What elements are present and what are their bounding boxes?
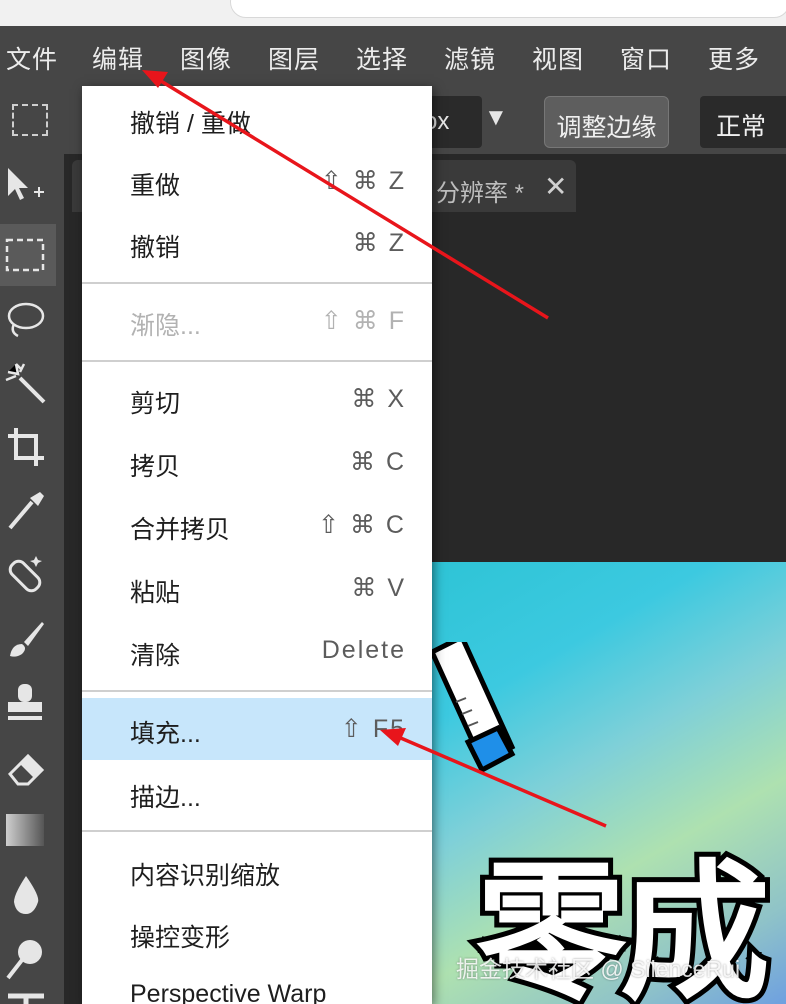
brush-tool[interactable]: [0, 610, 56, 672]
blend-mode-select[interactable]: 正常: [700, 96, 786, 148]
menu-item-shortcut: ⌘ C: [350, 448, 406, 476]
menu-item-label: 撤销 / 重做: [130, 110, 251, 138]
eraser-tool[interactable]: [0, 738, 56, 800]
browser-chrome-strip: [0, 0, 786, 26]
menu-item-label: 渐隐...: [130, 312, 201, 340]
marquee-option-icon[interactable]: [12, 104, 48, 136]
menu-filter[interactable]: 滤镜: [444, 40, 496, 76]
magic-wand-tool[interactable]: [0, 354, 56, 416]
pencil-icon: [432, 642, 516, 772]
eraser-icon: [7, 753, 45, 786]
menu-item-shortcut: ⇧ ⌘ F: [320, 307, 406, 335]
menu-item-shortcut: Delete: [321, 636, 406, 664]
blur-tool[interactable]: [0, 866, 56, 928]
menu-item-label: 填充...: [130, 720, 201, 748]
menu-item-label: 拷贝: [130, 453, 181, 481]
menu-item-shortcut: ⌘ Z: [352, 229, 406, 257]
refine-edge-button[interactable]: 调整边缘: [544, 96, 669, 148]
menu-view[interactable]: 视图: [532, 40, 584, 76]
menu-item-label: Perspective Warp: [130, 980, 327, 1004]
brush-icon: [10, 622, 44, 657]
menu-item-content-aware-scale[interactable]: 内容识别缩放: [82, 840, 432, 902]
bandage-icon: [8, 556, 42, 593]
healing-tool[interactable]: [0, 546, 56, 608]
crop-tool[interactable]: [0, 418, 56, 480]
menu-item-cut[interactable]: 剪切 ⌘ X: [82, 368, 432, 430]
menu-item-stroke[interactable]: 描边...: [82, 762, 432, 824]
menu-item-fade[interactable]: 渐隐... ⇧ ⌘ F: [82, 290, 432, 352]
menu-item-undo-redo[interactable]: 撤销 / 重做: [82, 88, 432, 150]
menu-separator: [82, 282, 432, 284]
menu-item-label: 描边...: [130, 784, 201, 812]
menu-item-clear[interactable]: 清除 Delete: [82, 620, 432, 682]
magic-wand-icon: [5, 363, 46, 404]
water-drop-icon: [14, 876, 39, 914]
menu-item-copy-merged[interactable]: 合并拷贝 ⇧ ⌘ C: [82, 494, 432, 556]
menu-item-puppet-warp[interactable]: 操控变形: [82, 902, 432, 964]
lasso-tool[interactable]: [0, 290, 56, 352]
menu-item-label: 合并拷贝: [130, 516, 231, 544]
rect-marquee-icon: [5, 238, 45, 272]
tool-sidebar: [0, 154, 64, 1004]
type-icon: [8, 993, 44, 1004]
menu-item-paste[interactable]: 粘贴 ⌘ V: [82, 557, 432, 619]
document-tab-title: 分辨率 *: [436, 180, 525, 207]
canvas-image[interactable]: 零成: [432, 562, 786, 1004]
move-arrow-icon: [8, 168, 44, 200]
menu-item-label: 操控变形: [130, 924, 231, 952]
menu-item-shortcut: ⌘ X: [351, 385, 406, 413]
menu-item-perspective-warp[interactable]: Perspective Warp: [82, 964, 432, 1004]
menu-separator: [82, 360, 432, 362]
edit-menu-dropdown: 撤销 / 重做 重做 ⇧ ⌘ Z 撤销 ⌘ Z 渐隐... ⇧ ⌘ F 剪切 ⌘…: [82, 86, 432, 1004]
dropdown-triangle-icon[interactable]: ▼: [484, 104, 508, 132]
menu-item-copy[interactable]: 拷贝 ⌘ C: [82, 431, 432, 493]
menu-item-shortcut: ⇧ ⌘ Z: [320, 167, 406, 195]
stamp-tool[interactable]: [0, 674, 56, 736]
menu-separator: [82, 830, 432, 832]
menu-item-label: 粘贴: [130, 579, 181, 607]
menu-select[interactable]: 选择: [356, 40, 408, 76]
dodge-icon: [6, 940, 42, 980]
menu-item-label: 清除: [130, 642, 181, 670]
menu-window[interactable]: 窗口: [620, 40, 672, 76]
menu-item-shortcut: ⌘ V: [351, 574, 406, 602]
menu-file[interactable]: 文件: [6, 40, 58, 76]
lasso-icon: [7, 302, 45, 338]
menu-separator: [82, 690, 432, 692]
marquee-tool[interactable]: [0, 224, 56, 286]
watermark: 掘金技术社区 @ SilenceRui: [456, 956, 741, 982]
stamp-icon: [8, 684, 42, 720]
menu-item-fill[interactable]: 填充... ⇧ F5: [82, 698, 432, 760]
menu-edit[interactable]: 编辑: [92, 40, 144, 76]
menu-image[interactable]: 图像: [180, 40, 232, 76]
menu-item-label: 重做: [130, 172, 181, 200]
menu-item-shortcut: ⇧ ⌘ C: [318, 511, 406, 539]
menu-layer[interactable]: 图层: [268, 40, 320, 76]
address-bar-edge: [230, 0, 786, 18]
menu-more[interactable]: 更多: [708, 40, 760, 76]
menu-item-undo[interactable]: 撤销 ⌘ Z: [82, 212, 432, 274]
gradient-icon: [6, 814, 44, 846]
menubar: 文件 编辑 图像 图层 选择 滤镜 视图 窗口 更多: [0, 26, 786, 88]
menu-item-label: 内容识别缩放: [130, 862, 281, 890]
menu-item-label: 撤销: [130, 234, 181, 262]
eyedropper-tool[interactable]: [0, 482, 56, 544]
gradient-tool[interactable]: [0, 802, 56, 864]
type-tool[interactable]: [0, 984, 56, 1004]
move-tool[interactable]: [0, 156, 56, 218]
menu-item-redo[interactable]: 重做 ⇧ ⌘ Z: [82, 150, 432, 212]
menu-item-label: 剪切: [130, 390, 181, 418]
eyedropper-icon: [8, 492, 44, 530]
close-icon[interactable]: ✕: [544, 170, 567, 203]
menu-item-shortcut: ⇧ F5: [340, 715, 406, 743]
crop-icon: [8, 428, 44, 466]
dodge-tool[interactable]: [0, 930, 56, 992]
